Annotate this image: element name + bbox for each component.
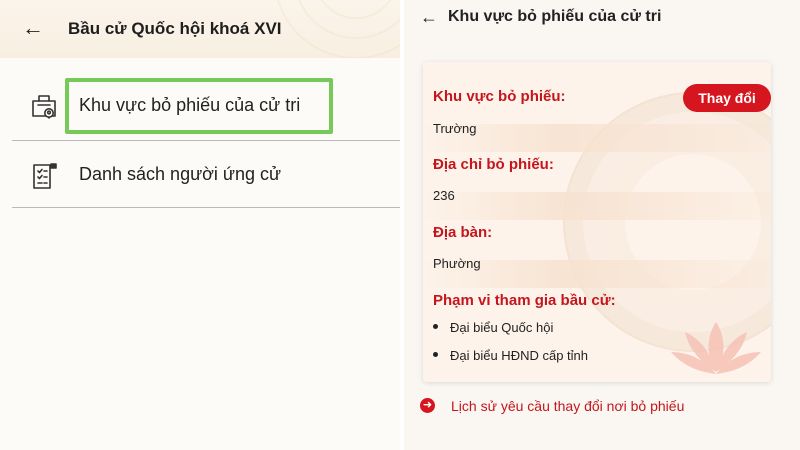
bullet-dot xyxy=(433,324,438,330)
left-header: ← Bầu cử Quốc hội khoá XVI xyxy=(0,0,400,58)
ballot-box-location-icon xyxy=(30,92,58,120)
bullet-dot xyxy=(433,352,438,358)
menu-item-voting-area[interactable]: Khu vực bỏ phiếu của cử tri xyxy=(12,72,400,140)
right-header: ← Khu vực bỏ phiếu của cử tri xyxy=(404,0,800,38)
back-arrow-icon[interactable]: ← xyxy=(420,6,438,28)
area-label: Địa bàn: xyxy=(433,224,493,241)
change-button[interactable]: Thay đổi xyxy=(683,84,771,112)
voting-info-card: Khu vực bỏ phiếu: Thay đổi Trường Địa ch… xyxy=(423,62,771,382)
right-screen: ← Khu vực bỏ phiếu của cử tri Khu vực bỏ… xyxy=(404,0,800,450)
election-scope-label: Phạm vi tham gia bầu cử: xyxy=(433,292,616,309)
left-screen: ← Bầu cử Quốc hội khoá XVI Khu vực bỏ ph… xyxy=(0,0,400,450)
scope-item: Đại biểu Quốc hội xyxy=(450,320,554,335)
change-history-link-text: Lịch sử yêu cầu thay đổi nơi bỏ phiếu xyxy=(451,398,685,414)
voting-address-value: 236 xyxy=(433,188,455,203)
voting-area-value: Trường xyxy=(433,121,477,136)
menu-item-candidate-list[interactable]: Danh sách người ứng cử xyxy=(12,140,400,208)
scope-item: Đại biểu HĐND cấp tỉnh xyxy=(450,348,589,363)
page-title: Khu vực bỏ phiếu của cử tri xyxy=(448,8,662,25)
menu-item-label: Khu vực bỏ phiếu của cử tri xyxy=(79,95,301,115)
voting-area-label: Khu vực bỏ phiếu: xyxy=(433,88,566,105)
back-arrow-icon[interactable]: ← xyxy=(22,16,46,40)
voting-address-label: Địa chỉ bỏ phiếu: xyxy=(433,156,554,173)
background-stripe xyxy=(423,192,771,220)
candidate-list-icon xyxy=(30,161,58,189)
arrow-right-circle-icon: ➜ xyxy=(420,398,435,413)
area-value: Phường xyxy=(433,256,481,271)
list-item: Đại biểu HĐND cấp tỉnh xyxy=(433,348,588,363)
lotus-icon xyxy=(671,322,761,374)
menu-item-label: Danh sách người ứng cử xyxy=(79,164,282,184)
list-item: Đại biểu Quốc hội xyxy=(433,320,553,335)
page-title: Bầu cử Quốc hội khoá XVI xyxy=(68,19,282,38)
